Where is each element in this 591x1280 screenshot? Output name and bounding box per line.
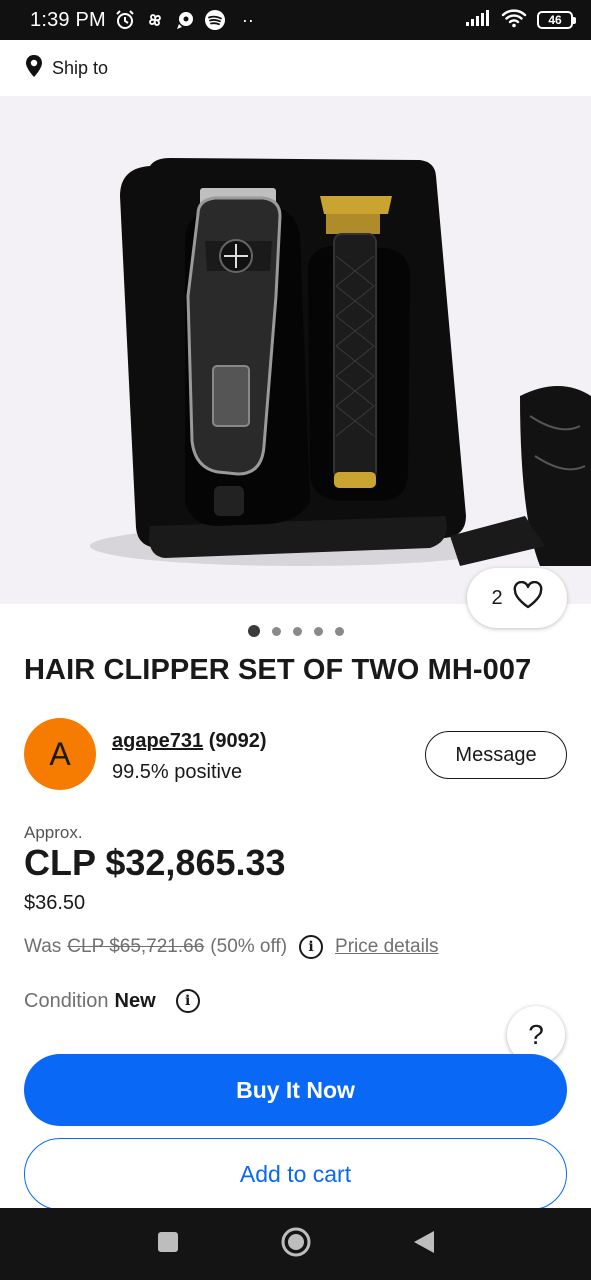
was-price: CLP $65,721.66	[67, 936, 205, 957]
image-pager	[0, 625, 591, 637]
status-bar: 1:39 PM ·· 46	[0, 0, 591, 40]
info-icon[interactable]: i	[299, 935, 324, 959]
chat-icon	[174, 9, 196, 31]
seller-card: A agape731 (9092) 99.5% positive Message	[24, 718, 567, 792]
wifi-icon	[501, 8, 527, 33]
condition-label: Condition	[24, 989, 109, 1012]
seller-avatar[interactable]: A	[24, 718, 96, 790]
pager-dot[interactable]	[313, 626, 323, 636]
signal-icon	[465, 9, 491, 32]
product-image[interactable]	[0, 96, 591, 604]
product-title: HAIR CLIPPER SET OF TWO MH-007	[24, 654, 532, 686]
pager-dot[interactable]	[334, 626, 344, 636]
was-label: Was	[24, 936, 62, 957]
seller-feedback-score: (9092)	[208, 730, 267, 752]
condition-info-icon[interactable]: i	[175, 989, 200, 1013]
usd-price: $36.50	[24, 892, 86, 914]
add-to-cart-button[interactable]: Add to cart	[24, 1138, 567, 1210]
battery-icon: 46	[537, 11, 576, 29]
message-button[interactable]: Message	[425, 731, 567, 779]
was-price-line: Was CLP $65,721.66 (50% off) i Price det…	[24, 935, 439, 959]
location-pin-icon	[24, 54, 44, 83]
favorites-count: 2	[491, 586, 503, 609]
product-photo	[0, 96, 591, 604]
buy-it-now-button[interactable]: Buy It Now	[24, 1054, 567, 1126]
more-notifications: ··	[241, 9, 254, 30]
back-icon[interactable]	[412, 1229, 436, 1260]
discount: (50% off)	[210, 936, 288, 957]
pager-dot-active[interactable]	[247, 625, 260, 637]
price-details-link[interactable]: Price details	[335, 936, 439, 958]
system-nav-bar	[0, 1208, 591, 1280]
pinwheel-icon	[144, 9, 166, 31]
status-time: 1:39 PM	[30, 8, 106, 31]
condition-value: New	[114, 989, 156, 1012]
price: CLP $32,865.33	[24, 842, 286, 883]
seller-positive-feedback: 99.5% positive	[112, 761, 243, 783]
notification-icons: ··	[114, 9, 254, 31]
ship-to-label: Ship to	[52, 57, 109, 78]
pager-dot[interactable]	[271, 626, 281, 636]
heart-icon	[513, 580, 543, 615]
pager-dot[interactable]	[292, 626, 302, 636]
seller-name-line: agape731 (9092)	[112, 730, 267, 753]
recents-icon[interactable]	[156, 1230, 180, 1259]
seller-username-link[interactable]: agape731	[112, 730, 203, 752]
condition-line: Condition New i	[24, 989, 200, 1013]
ship-to-bar[interactable]: Ship to	[0, 40, 591, 96]
home-icon[interactable]	[280, 1226, 312, 1263]
approx-label: Approx.	[24, 823, 83, 842]
watchlist-button[interactable]: 2	[467, 568, 567, 628]
alarm-icon	[114, 9, 136, 31]
spotify-icon	[204, 9, 226, 31]
